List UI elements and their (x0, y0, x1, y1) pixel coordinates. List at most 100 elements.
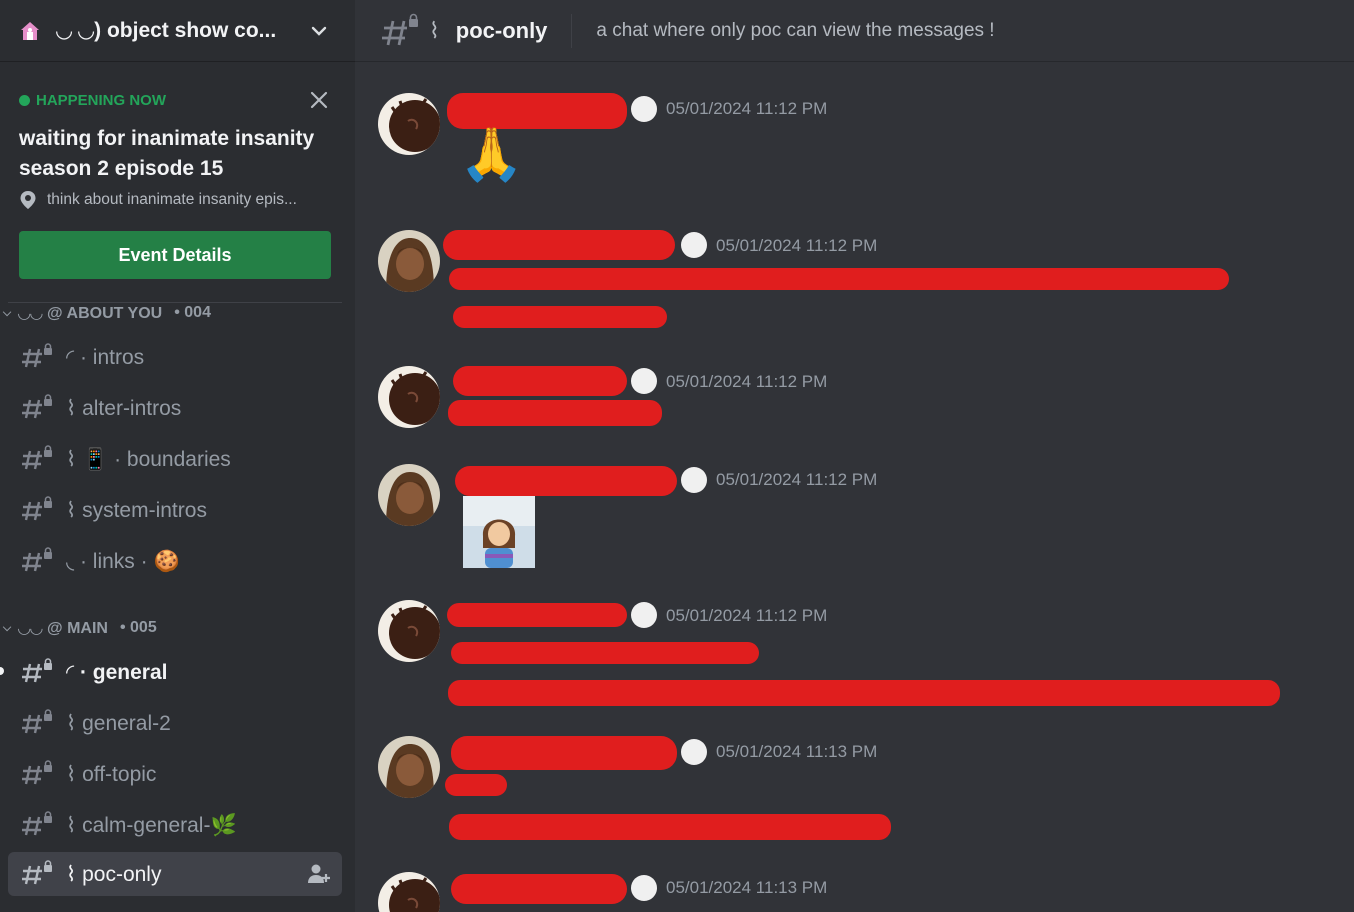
channel-off-topic[interactable]: ⌇ off-topic (8, 752, 342, 796)
channel-topic[interactable]: a chat where only poc can view the messa… (596, 20, 994, 42)
message[interactable]: 05/01/2024 11:12 PM (355, 230, 1354, 340)
locked-hash-icon (22, 394, 52, 419)
avatar[interactable] (378, 93, 440, 155)
role-badge-icon (681, 467, 707, 493)
locked-hash-icon (22, 860, 52, 885)
message[interactable]: 05/01/2024 11:13 PM (355, 736, 1354, 846)
channel-header: ⌇ poc-only a chat where only poc can vie… (355, 0, 1354, 62)
redacted-username (455, 466, 677, 496)
avatar[interactable] (378, 366, 440, 428)
channel-label: ⌇ alter-intros (66, 396, 182, 420)
message-timestamp: 05/01/2024 11:12 PM (716, 470, 878, 489)
redacted-username (451, 736, 677, 770)
locked-hash-icon (382, 13, 418, 45)
category-about-you[interactable]: ⌵ ◡◡ @ ABOUT YOU • 004 (0, 302, 211, 324)
message-timestamp: 05/01/2024 11:13 PM (666, 878, 828, 897)
channel-calm-general[interactable]: ⌇ calm-general-🌿 (8, 803, 342, 847)
event-location-text: think about inanimate insanity epis... (47, 191, 297, 208)
redacted-text (451, 642, 759, 664)
channel-links[interactable]: ◟ · links · 🍪 (8, 539, 342, 583)
category-count: • 005 (119, 619, 157, 636)
channel-alter-intros[interactable]: ⌇ alter-intros (8, 386, 342, 430)
event-title: waiting for inanimate insanity season 2 … (19, 127, 315, 180)
category-count: • 004 (174, 304, 211, 321)
add-member-icon[interactable] (306, 861, 332, 887)
channel-poc-only[interactable]: ⌇ poc-only (8, 852, 342, 896)
locked-hash-icon (22, 547, 52, 572)
message[interactable]: 05/01/2024 11:12 PM (355, 464, 1354, 574)
live-dot-icon (19, 95, 30, 106)
avatar[interactable] (378, 600, 440, 662)
unread-indicator (0, 667, 4, 675)
server-name: ◡ ◡) object show co... (56, 19, 277, 42)
category-main[interactable]: ⌵ ◡◡ @ MAIN • 005 (0, 617, 157, 639)
channel-system-intros[interactable]: ⌇ system-intros (8, 488, 342, 532)
channel-label: ⌇ off-topic (66, 762, 157, 786)
avatar[interactable] (378, 230, 440, 292)
chevron-down-icon[interactable] (309, 21, 329, 41)
redacted-text (449, 814, 891, 840)
channel-general-2[interactable]: ⌇ general-2 (8, 701, 342, 745)
redacted-username (451, 874, 627, 904)
channel-general[interactable]: ◜ · general (8, 650, 342, 694)
redacted-text (448, 400, 662, 426)
channel-label: ⌇ calm-general-🌿 (66, 813, 237, 837)
avatar[interactable] (378, 464, 440, 526)
category-label: ◡◡ @ ABOUT YOU (18, 305, 163, 322)
message[interactable]: 05/01/2024 11:12 PM (355, 600, 1354, 710)
locked-hash-icon (22, 811, 52, 836)
channel-label: ⌇ general-2 (66, 711, 171, 735)
locked-hash-icon (22, 658, 52, 683)
channel-intros[interactable]: ◜ · intros (8, 335, 342, 379)
redacted-username (447, 603, 627, 627)
locked-hash-icon (22, 709, 52, 734)
channel-label: ◟ · links · 🍪 (66, 549, 180, 573)
channel-label: ◜ · intros (66, 345, 145, 369)
event-details-button[interactable]: Event Details (19, 231, 331, 279)
channel-title: poc-only (455, 17, 548, 43)
chevron-down-icon: ⌵ (2, 306, 12, 319)
locked-hash-icon (22, 496, 52, 521)
role-badge-icon (631, 368, 657, 394)
message[interactable]: 05/01/2024 11:12 PM (355, 366, 1354, 446)
event-status: HAPPENING NOW (19, 92, 166, 109)
redacted-text (453, 306, 667, 328)
message-timestamp: 05/01/2024 11:13 PM (716, 742, 878, 761)
message-timestamp: 05/01/2024 11:12 PM (666, 99, 828, 118)
message[interactable]: 05/01/2024 11:13 PM (355, 872, 1354, 912)
locked-hash-icon (22, 343, 52, 368)
discord-window: ◡ ◡) object show co... HAPPENING NOW wai… (0, 0, 1354, 912)
role-badge-icon (681, 232, 707, 258)
chat-area: ⌇ poc-only a chat where only poc can vie… (355, 0, 1354, 912)
message-timestamp: 05/01/2024 11:12 PM (666, 372, 828, 391)
redacted-text (448, 680, 1280, 706)
event-location: think about inanimate insanity epis... (19, 190, 339, 210)
divider (571, 13, 573, 48)
avatar[interactable] (378, 872, 440, 912)
chevron-down-icon: ⌵ (2, 621, 12, 634)
channel-sidebar: ◡ ◡) object show co... HAPPENING NOW wai… (0, 0, 355, 912)
message-timestamp: 05/01/2024 11:12 PM (666, 606, 828, 625)
role-badge-icon (681, 739, 707, 765)
avatar[interactable] (378, 736, 440, 798)
redacted-username (453, 366, 627, 396)
redacted-text (445, 774, 507, 796)
thread-glyph: ⌇ (429, 17, 440, 43)
channel-boundaries[interactable]: ⌇ 📱 · boundaries (8, 437, 342, 481)
close-icon[interactable] (308, 89, 330, 111)
house-emoji-icon (18, 19, 42, 43)
category-label: ◡◡ @ MAIN (18, 620, 108, 637)
message[interactable]: 05/01/2024 11:12 PM 🙏 (355, 93, 1354, 203)
server-header[interactable]: ◡ ◡) object show co... (0, 0, 355, 62)
locked-hash-icon (22, 445, 52, 470)
role-badge-icon (631, 875, 657, 901)
message-content: 🙏 (459, 126, 524, 184)
event-status-label: HAPPENING NOW (36, 92, 167, 109)
sticker-image[interactable] (463, 496, 535, 568)
redacted-username (443, 230, 675, 260)
location-pin-icon (20, 191, 36, 209)
channel-label: ◜ · general (66, 660, 168, 684)
redacted-text (449, 268, 1229, 290)
role-badge-icon (631, 602, 657, 628)
channel-label: ⌇ poc-only (66, 862, 162, 886)
